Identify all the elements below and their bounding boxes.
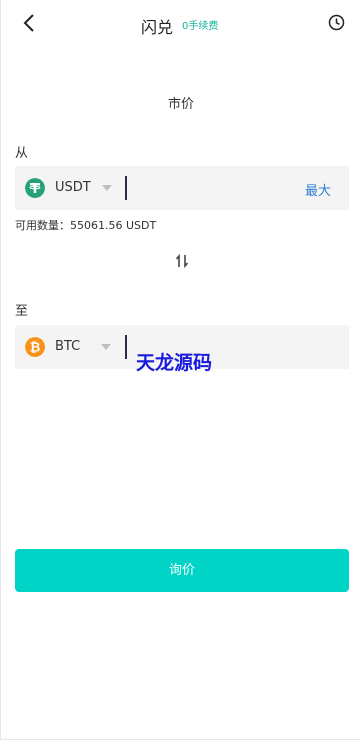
order-type-label: 市价 [167, 97, 194, 112]
tether-icon [25, 178, 45, 198]
swap-direction-icon[interactable] [175, 254, 189, 268]
from-label: 从 [15, 146, 29, 161]
from-coin-name[interactable]: USDT [55, 180, 91, 195]
from-coin-dropdown-icon[interactable] [102, 185, 112, 191]
from-row: USDT 最大 [15, 166, 349, 210]
to-amount-input[interactable] [125, 335, 127, 359]
bitcoin-icon: ₿ [25, 337, 45, 357]
max-button[interactable]: 最大 [305, 180, 331, 199]
to-label: 至 [15, 304, 29, 319]
watermark-text: 天龙源码 [136, 352, 213, 374]
from-amount-input[interactable] [125, 176, 127, 200]
svg-text:₿: ₿ [30, 341, 41, 356]
zero-fee-badge: 0手续费 [182, 21, 219, 32]
available-balance: 可用数量：55061.56 USDT [15, 219, 157, 232]
back-arrow-icon[interactable] [20, 12, 38, 34]
to-coin-dropdown-icon[interactable] [101, 344, 111, 350]
to-coin-name[interactable]: BTC [55, 339, 80, 354]
page-title: 闪兑 [141, 18, 174, 37]
history-clock-icon[interactable] [328, 14, 345, 31]
quote-button[interactable]: 询价 [15, 549, 349, 592]
